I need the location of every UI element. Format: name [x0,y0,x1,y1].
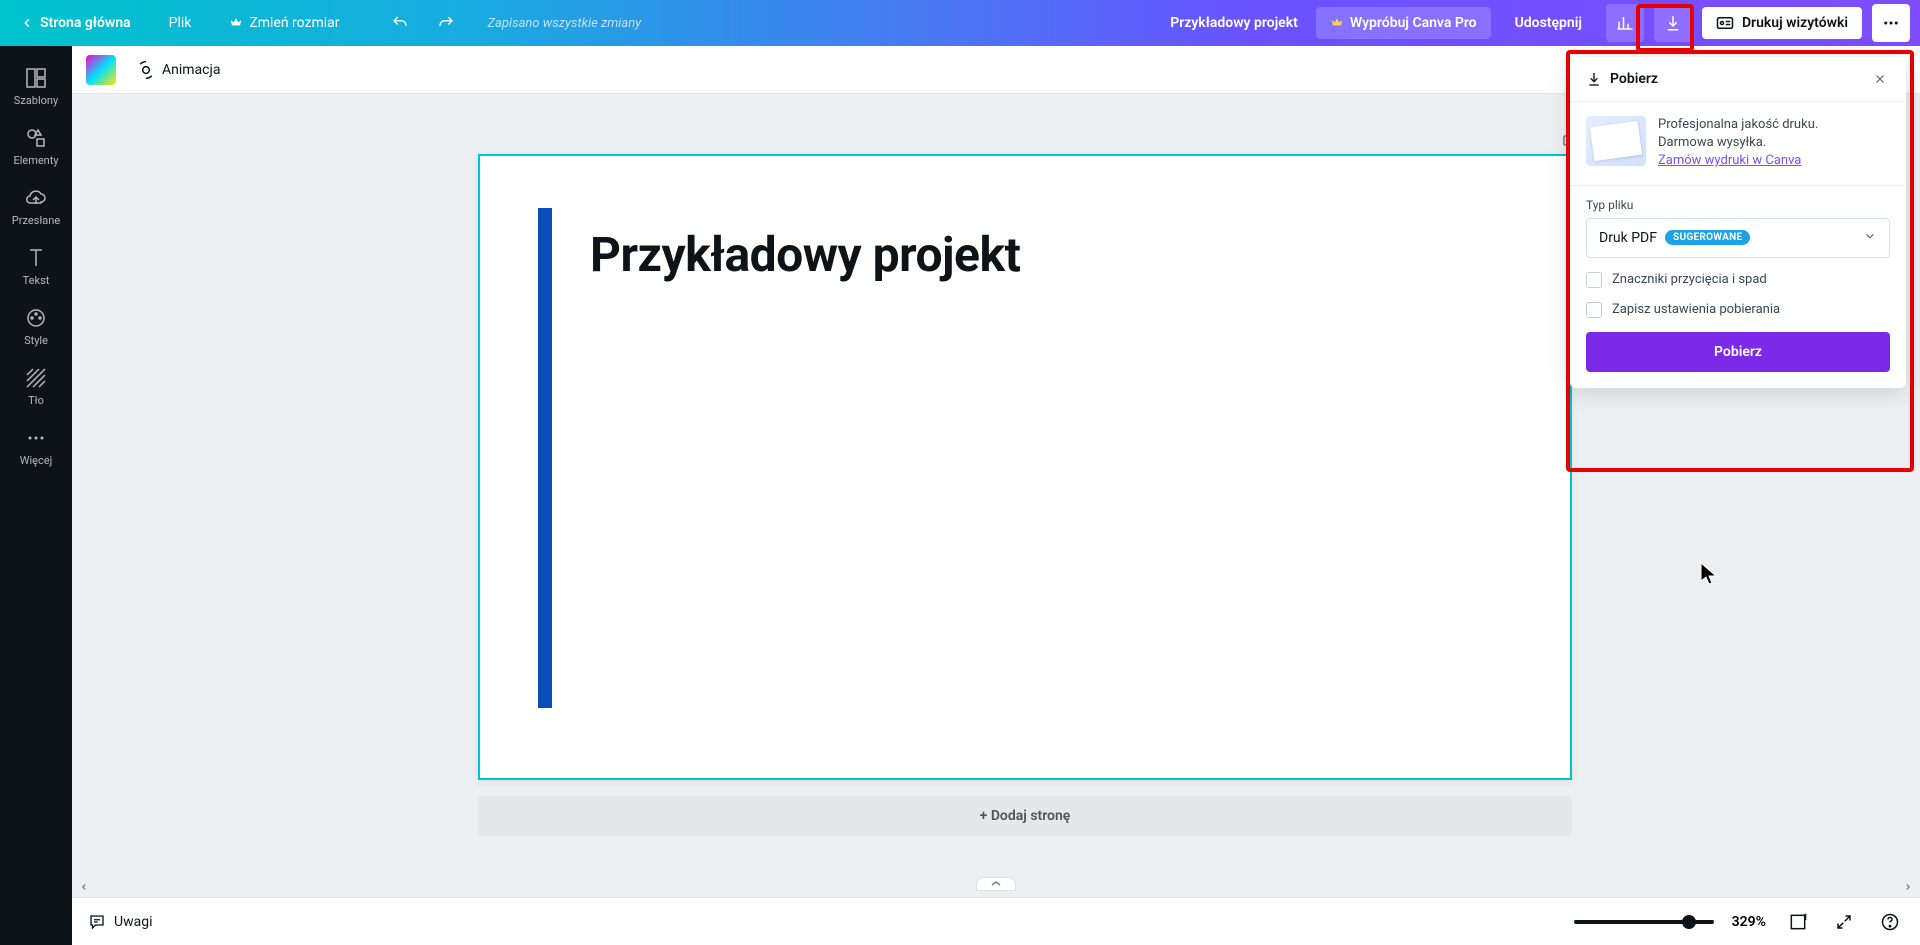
try-pro-button[interactable]: Wypróbuj Canva Pro [1316,7,1491,39]
help-icon [1880,912,1900,932]
fullscreen-button[interactable] [1830,908,1858,936]
file-menu[interactable]: Plik [159,9,202,37]
animation-button[interactable]: Animacja [130,56,226,84]
share-button[interactable]: Udostępnij [1501,7,1596,39]
sidebar-item-templates[interactable]: Szablony [0,56,72,116]
sidebar-item-elements[interactable]: Elementy [0,116,72,176]
promo-link[interactable]: Zamów wydruki w Canva [1658,153,1801,168]
redo-button[interactable] [432,9,460,37]
expand-icon [1835,913,1853,931]
notes-button[interactable]: Uwagi [88,913,152,931]
zoom-value: 329% [1732,914,1766,930]
animation-label: Animacja [162,62,220,78]
uploads-icon [24,186,48,210]
save-status: Zapisano wszystkie zmiany [488,16,642,31]
animation-icon [136,60,156,80]
sidebar-item-label: Tekst [23,274,50,287]
dots-icon [1882,14,1900,32]
checkbox-box [1586,302,1602,318]
crown-icon [229,16,243,30]
try-pro-label: Wypróbuj Canva Pro [1350,15,1477,31]
sidebar-item-label: Style [24,334,48,347]
redo-icon [437,14,455,32]
resize-button[interactable]: Zmień rozmiar [219,9,349,37]
close-panel-button[interactable] [1870,69,1890,89]
project-name[interactable]: Przykładowy projekt [1162,11,1306,35]
text-icon [24,246,48,270]
zoom-slider[interactable] [1574,920,1714,924]
sidebar-item-background[interactable]: Tło [0,356,72,416]
scroll-left[interactable] [74,877,94,897]
add-page-button[interactable]: + Dodaj stronę [478,796,1572,836]
design-page[interactable]: Przykładowy projekt [478,154,1572,780]
sidebar-item-label: Więcej [20,454,53,467]
notes-label: Uwagi [114,914,152,930]
promo-line1: Profesjonalna jakość druku. [1658,117,1818,132]
chevron-down-icon [1863,229,1877,243]
sidebar-item-label: Elementy [13,154,58,167]
collapse-handle[interactable] [976,877,1016,891]
more-icon [24,426,48,450]
sidebar-item-label: Szablony [14,94,58,107]
save-settings-checkbox[interactable]: Zapisz ustawienia pobierania [1586,302,1890,318]
sidebar-item-uploads[interactable]: Przesłane [0,176,72,236]
top-toolbar: Strona główna Plik Zmień rozmiar Zapisan… [0,0,1920,46]
crown-icon [1330,16,1344,30]
sidebar-item-text[interactable]: Tekst [0,236,72,296]
download-panel: Pobierz Profesjonalna jakość druku. Darm… [1570,57,1906,388]
home-label: Strona główna [40,15,131,31]
download-button[interactable] [1654,4,1692,42]
file-type-select[interactable]: Druk PDF SUGEROWANE [1586,218,1890,258]
undo-icon [391,14,409,32]
suggested-badge: SUGEROWANE [1665,230,1750,245]
promo-thumbnail [1586,116,1646,166]
chevron-left-icon [20,16,34,30]
print-cards-label: Drukuj wizytówki [1742,15,1848,31]
chevron-left-icon [79,882,89,892]
file-type-value: Druk PDF [1599,230,1657,246]
save-settings-label: Zapisz ustawienia pobierania [1612,302,1780,317]
background-icon [24,366,48,390]
crop-marks-label: Znaczniki przycięcia i spad [1612,272,1767,287]
chevron-right-icon [1903,882,1913,892]
sidebar-item-label: Tło [28,394,44,407]
download-icon [1664,14,1682,32]
download-panel-title: Pobierz [1610,71,1658,87]
notes-icon [88,913,106,931]
more-button[interactable] [1872,4,1910,42]
help-button[interactable] [1876,908,1904,936]
left-sidebar: Szablony Elementy Przesłane Tekst Style … [0,46,72,945]
download-confirm-button[interactable]: Pobierz [1586,332,1890,372]
page-title-text: Przykładowy projekt [590,226,1020,283]
publish-button[interactable] [1606,4,1644,42]
page-count-badge: 1 [1803,913,1808,923]
templates-icon [24,66,48,90]
undo-button[interactable] [386,9,414,37]
checkbox-box [1586,272,1602,288]
page-grid-button[interactable]: 1 [1784,908,1812,936]
sidebar-item-label: Przesłane [12,214,60,227]
resize-label: Zmień rozmiar [249,15,339,31]
crop-marks-checkbox[interactable]: Znaczniki przycięcia i spad [1586,272,1890,288]
sidebar-item-more[interactable]: Więcej [0,416,72,476]
zoom-slider-knob[interactable] [1682,915,1696,929]
file-type-label: Typ pliku [1586,198,1890,212]
download-icon [1586,71,1602,87]
sidebar-item-style[interactable]: Style [0,296,72,356]
print-cards-button[interactable]: Drukuj wizytówki [1702,7,1862,39]
scroll-right[interactable] [1898,877,1918,897]
home-button[interactable]: Strona główna [10,9,141,37]
page-accent-bar [538,208,552,708]
card-icon [1716,16,1734,30]
chevron-up-icon [990,880,1002,888]
chart-icon [1616,14,1634,32]
bottom-bar: Uwagi 329% 1 [72,897,1920,945]
promo-line2: Darmowa wysyłka. [1658,135,1766,150]
elements-icon [24,126,48,150]
style-icon [24,306,48,330]
close-icon [1873,72,1887,86]
page-color-swatch[interactable] [86,55,116,85]
